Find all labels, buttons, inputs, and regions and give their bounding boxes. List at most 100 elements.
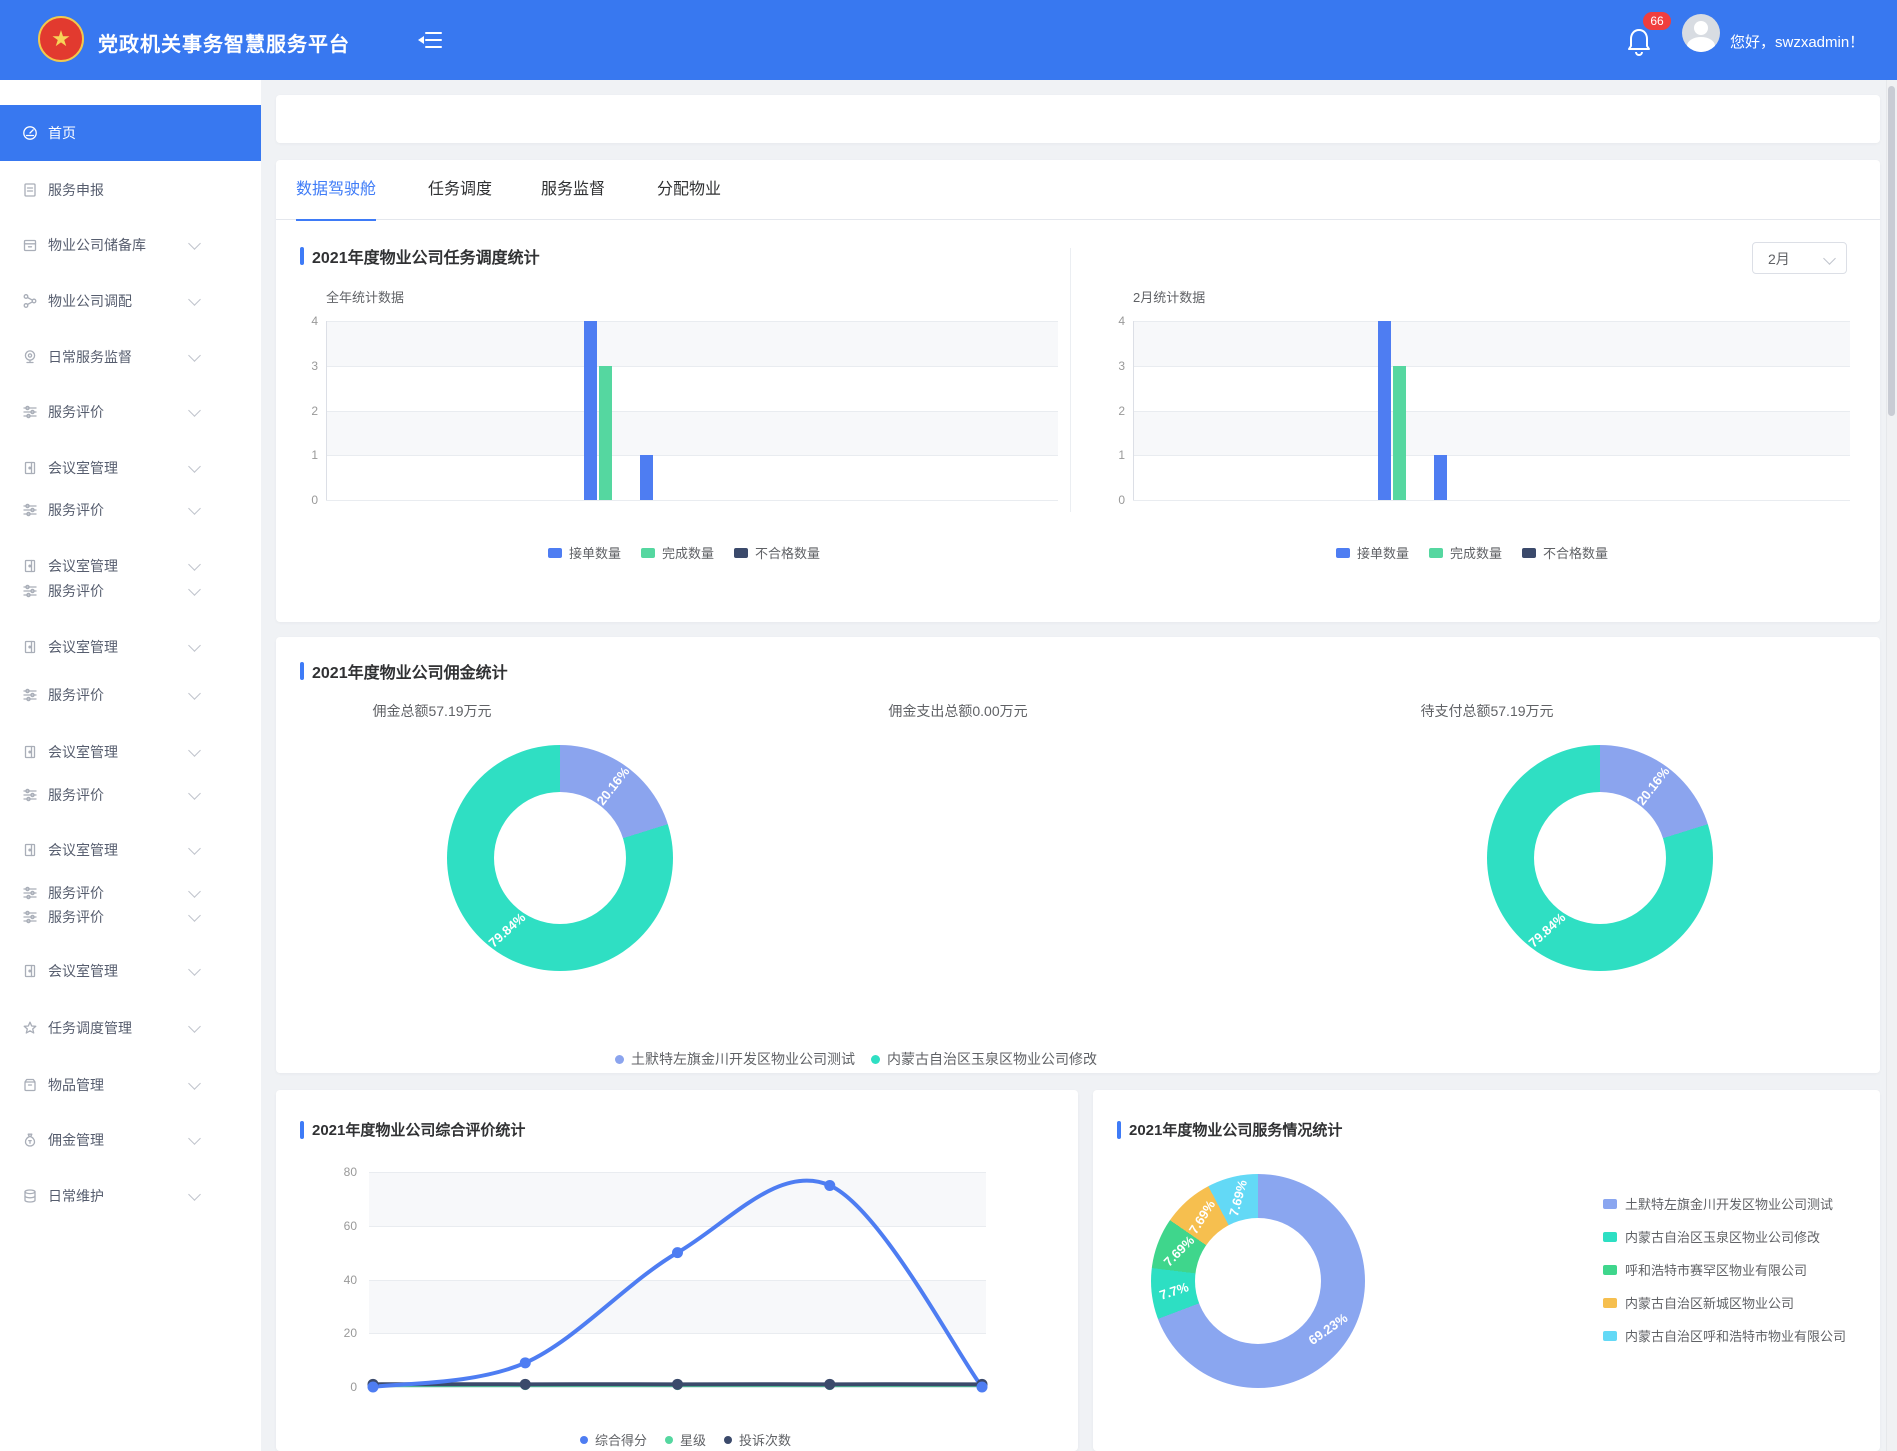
evaluation-section-title: 2021年度物业公司综合评价统计 [300,1119,525,1140]
sidebar-item-会议室管理-17[interactable]: 会议室管理 [0,951,261,991]
legend-item-内蒙古自治区玉泉区物业公司修改[interactable]: 内蒙古自治区玉泉区物业公司修改 [871,1049,1097,1069]
sidebar-item-会议室管理-12[interactable]: 会议室管理 [0,732,261,772]
eval-ytick: 60 [327,1219,357,1233]
legend-item-呼和浩特市赛罕区物业有限公司[interactable]: 呼和浩特市赛罕区物业有限公司 [1603,1260,1807,1279]
year-chart-ytick: 3 [288,359,318,373]
chevron-down-icon [188,1077,201,1090]
sidebar-item-label: 日常维护 [48,1186,104,1206]
legend-item-不合格数量[interactable]: 不合格数量 [734,543,820,562]
sidebar-item-label: 物业公司调配 [48,291,132,311]
chevron-down-icon [188,963,201,976]
tab-数据驾驶舱[interactable]: 数据驾驶舱 [296,160,376,221]
eval-ytick: 80 [327,1165,357,1179]
chevron-down-icon [188,583,201,596]
month-chart-bar-完成数量 [1393,366,1406,500]
legend-dot-icon [665,1436,673,1444]
sidebar-collapse-icon[interactable] [418,31,442,54]
legend-item-不合格数量[interactable]: 不合格数量 [1522,543,1608,562]
chevron-down-icon [188,502,201,515]
dispatch-statistics-card [276,160,1880,622]
point-综合得分 [977,1382,988,1393]
sidebar-item-服务评价-7[interactable]: 服务评价 [0,490,261,530]
legend-item-土默特左旗金川开发区物业公司测试[interactable]: 土默特左旗金川开发区物业公司测试 [615,1049,855,1069]
sidebar-item-label: 服务评价 [48,500,104,520]
door-icon [22,460,38,476]
tab-任务调度[interactable]: 任务调度 [428,160,492,219]
commission-total-donut-hole [494,792,626,924]
year-chart-ytick: 2 [288,404,318,418]
sidebar-item-首页-0[interactable]: 首页 [0,105,261,161]
chevron-down-icon [188,787,201,800]
chevron-down-icon [188,460,201,473]
sidebar-item-日常维护-21[interactable]: 日常维护 [0,1176,261,1216]
legend-item-接单数量[interactable]: 接单数量 [548,543,621,562]
legend-item-完成数量[interactable]: 完成数量 [641,543,714,562]
sidebar: 首页服务申报物业公司储备库物业公司调配日常服务监督服务评价会议室管理服务评价会议… [0,80,261,1451]
commission-pending-label: 待支付总额57.19万元 [1420,701,1553,721]
year-chart-legend: 接单数量 完成数量 不合格数量 [548,543,820,562]
sidebar-item-任务调度管理-18[interactable]: 任务调度管理 [0,1008,261,1048]
sidebar-item-label: 会议室管理 [48,458,118,478]
legend-item-完成数量[interactable]: 完成数量 [1429,543,1502,562]
moneybag-icon [22,1132,38,1148]
month-chart-ytick: 3 [1095,359,1125,373]
sidebar-item-会议室管理-6[interactable]: 会议室管理 [0,448,261,488]
notification-bell-icon[interactable] [1626,26,1652,61]
evaluation-legend: 综合得分星级投诉次数 [580,1430,791,1449]
sidebar-item-佣金管理-20[interactable]: 佣金管理 [0,1120,261,1160]
door-icon [22,842,38,858]
commission-legend-row: 土默特左旗金川开发区物业公司测试内蒙古自治区玉泉区物业公司修改 [615,1049,1097,1069]
chevron-down-icon [1823,252,1836,265]
title-accent-bar [300,1121,304,1139]
sidebar-item-会议室管理-10[interactable]: 会议室管理 [0,627,261,667]
point-投诉次数 [672,1379,683,1390]
sidebar-item-服务评价-13[interactable]: 服务评价 [0,775,261,815]
tab-服务监督[interactable]: 服务监督 [541,160,605,219]
chevron-down-icon [188,404,201,417]
legend-swatch-icon [1603,1199,1617,1209]
legend-item-投诉次数[interactable]: 投诉次数 [724,1430,791,1449]
legend-swatch-icon [548,548,562,558]
sidebar-item-服务评价-5[interactable]: 服务评价 [0,392,261,432]
point-投诉次数 [520,1379,531,1390]
user-greeting[interactable]: 您好，swzxadmin！ [1730,31,1864,52]
national-emblem-logo: ★ [38,16,84,62]
commission-total-label: 佣金总额57.19万元 [372,701,491,721]
point-综合得分 [520,1357,531,1368]
month-select[interactable]: 2月 [1752,242,1847,274]
legend-item-接单数量[interactable]: 接单数量 [1336,543,1409,562]
point-综合得分 [672,1247,683,1258]
sidebar-item-label: 服务评价 [48,785,104,805]
avatar[interactable] [1682,14,1720,52]
sliders-icon [22,687,38,703]
sidebar-item-日常服务监督-4[interactable]: 日常服务监督 [0,337,261,377]
month-chart-gridline [1133,321,1850,322]
year-chart-bar-完成数量 [599,366,612,500]
month-chart-ytick: 2 [1095,404,1125,418]
tab-分配物业[interactable]: 分配物业 [657,160,721,219]
sidebar-item-label: 服务评价 [48,402,104,422]
sidebar-item-服务评价-9[interactable]: 服务评价 [0,571,261,611]
sidebar-item-物业公司储备库-2[interactable]: 物业公司储备库 [0,225,261,265]
year-chart-split-band [326,411,1058,456]
sidebar-item-物业公司调配-3[interactable]: 物业公司调配 [0,281,261,321]
legend-swatch-icon [1603,1232,1617,1242]
sidebar-item-服务评价-16[interactable]: 服务评价 [0,897,261,937]
month-chart-subtitle: 2月统计数据 [1133,287,1205,306]
legend-item-内蒙古自治区玉泉区物业公司修改[interactable]: 内蒙古自治区玉泉区物业公司修改 [1603,1227,1820,1246]
monitor-icon [22,349,38,365]
door-icon [22,639,38,655]
sidebar-item-服务申报-1[interactable]: 服务申报 [0,170,261,210]
dispatch-icon [22,293,38,309]
scrollbar-thumb[interactable] [1888,86,1895,416]
sidebar-item-label: 首页 [48,123,76,143]
sidebar-item-会议室管理-14[interactable]: 会议室管理 [0,830,261,870]
legend-item-星级[interactable]: 星级 [665,1430,706,1449]
commission-paid-label: 佣金支出总额0.00万元 [888,701,1027,721]
sidebar-item-服务评价-11[interactable]: 服务评价 [0,675,261,715]
legend-item-土默特左旗金川开发区物业公司测试[interactable]: 土默特左旗金川开发区物业公司测试 [1603,1194,1833,1213]
legend-item-内蒙古自治区呼和浩特市物业有限公司[interactable]: 内蒙古自治区呼和浩特市物业有限公司 [1603,1326,1846,1345]
legend-item-内蒙古自治区新城区物业公司[interactable]: 内蒙古自治区新城区物业公司 [1603,1293,1794,1312]
legend-item-综合得分[interactable]: 综合得分 [580,1430,647,1449]
sidebar-item-物品管理-19[interactable]: 物品管理 [0,1065,261,1105]
